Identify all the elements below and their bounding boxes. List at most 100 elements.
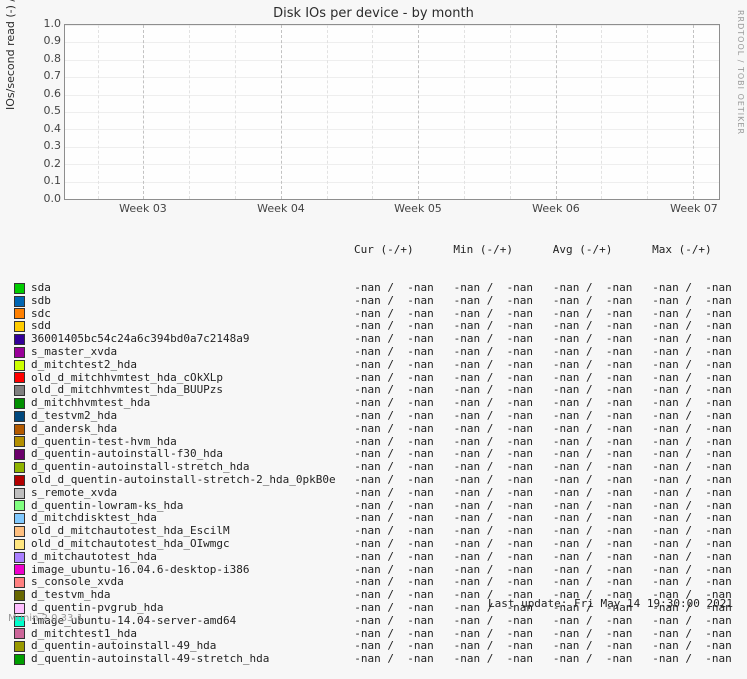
legend-row: d_mitchtest1_hda -nan / -nan -nan / -nan… [14, 628, 732, 641]
y-tick: 0.8 [21, 52, 61, 65]
legend-swatch [14, 500, 25, 511]
legend-device-name: sdd [31, 320, 341, 333]
legend-device-name: sdc [31, 308, 341, 321]
legend-row: image_ubuntu-14.04-server-amd64 -nan / -… [14, 615, 732, 628]
rrdtool-credit: RRDTOOL / TOBI OETIKER [736, 10, 745, 135]
x-tick: Week 03 [119, 202, 167, 215]
legend-row: d_andersk_hda -nan / -nan -nan / -nan -n… [14, 423, 732, 436]
legend-row: d_quentin-autoinstall-49-stretch_hda -na… [14, 653, 732, 666]
legend-swatch [14, 360, 25, 371]
legend-device-name: d_testvm_hda [31, 589, 341, 602]
legend-swatch [14, 283, 25, 294]
legend-device-name: d_mitchtest2_hda [31, 359, 341, 372]
legend-values: -nan / -nan -nan / -nan -nan / -nan -nan… [341, 346, 732, 359]
munin-version: Munin 2.0.33-1 [8, 613, 83, 624]
y-axis-label: IOs/second read (-) / write (+) [4, 0, 17, 110]
legend-row: d_mitchtest2_hda -nan / -nan -nan / -nan… [14, 359, 732, 372]
legend-row: d_mitchautotest_hda -nan / -nan -nan / -… [14, 551, 732, 564]
legend-device-name: d_mitchdisktest_hda [31, 512, 341, 525]
legend-row: old_d_mitchautotest_hda_EscilM -nan / -n… [14, 525, 732, 538]
legend-values: -nan / -nan -nan / -nan -nan / -nan -nan… [341, 628, 732, 641]
legend-device-name: image_ubuntu-16.04.6-desktop-i386 [31, 564, 341, 577]
legend-values: -nan / -nan -nan / -nan -nan / -nan -nan… [341, 295, 732, 308]
legend-device-name: d_quentin-lowram-ks_hda [31, 500, 341, 513]
legend-row: d_testvm2_hda -nan / -nan -nan / -nan -n… [14, 410, 732, 423]
legend-values: -nan / -nan -nan / -nan -nan / -nan -nan… [341, 282, 732, 295]
legend-device-name: d_quentin-autoinstall-f30_hda [31, 448, 341, 461]
y-tick: 0.4 [21, 122, 61, 135]
legend-device-name: old_d_mitchautotest_hda_OIwmgc [31, 538, 341, 551]
legend-swatch [14, 513, 25, 524]
legend-device-name: d_mitchtest1_hda [31, 628, 341, 641]
legend-swatch [14, 475, 25, 486]
y-tick: 0.3 [21, 139, 61, 152]
legend-swatch [14, 654, 25, 665]
legend-device-name: d_mitchautotest_hda [31, 551, 341, 564]
legend-device-name: sda [31, 282, 341, 295]
legend-values: -nan / -nan -nan / -nan -nan / -nan -nan… [341, 423, 732, 436]
y-tick: 1.0 [21, 17, 61, 30]
legend-values: -nan / -nan -nan / -nan -nan / -nan -nan… [341, 538, 732, 551]
x-tick: Week 06 [532, 202, 580, 215]
y-tick: 0.6 [21, 87, 61, 100]
legend-swatch [14, 526, 25, 537]
legend-row: s_remote_xvda -nan / -nan -nan / -nan -n… [14, 487, 732, 500]
y-tick: 0.9 [21, 34, 61, 47]
legend-values: -nan / -nan -nan / -nan -nan / -nan -nan… [341, 551, 732, 564]
legend-swatch [14, 449, 25, 460]
legend-values: -nan / -nan -nan / -nan -nan / -nan -nan… [341, 410, 732, 423]
y-tick: 0.0 [21, 192, 61, 205]
legend-swatch [14, 577, 25, 588]
y-tick: 0.1 [21, 174, 61, 187]
legend-swatch [14, 564, 25, 575]
legend-device-name: old_d_mitchhvmtest_hda_cOkXLp [31, 372, 341, 385]
legend-values: -nan / -nan -nan / -nan -nan / -nan -nan… [341, 525, 732, 538]
legend-swatch [14, 321, 25, 332]
legend-swatch [14, 347, 25, 358]
legend-device-name: s_master_xvda [31, 346, 341, 359]
legend-swatch [14, 372, 25, 383]
legend-device-name: d_mitchhvmtest_hda [31, 397, 341, 410]
legend-device-name: sdb [31, 295, 341, 308]
legend-swatch [14, 385, 25, 396]
legend-swatch [14, 398, 25, 409]
legend-values: -nan / -nan -nan / -nan -nan / -nan -nan… [341, 653, 732, 666]
legend-swatch [14, 628, 25, 639]
chart-title: Disk IOs per device - by month [0, 6, 747, 21]
legend-values: -nan / -nan -nan / -nan -nan / -nan -nan… [341, 359, 732, 372]
legend-device-name: 36001405bc54c24a6c394bd0a7c2148a9 [31, 333, 341, 346]
legend-swatch [14, 552, 25, 563]
legend-device-name: d_testvm2_hda [31, 410, 341, 423]
legend-device-name: old_d_mitchautotest_hda_EscilM [31, 525, 341, 538]
legend-device-name: d_quentin-test-hvm_hda [31, 436, 341, 449]
legend-swatch [14, 411, 25, 422]
legend-device-name: old_d_quentin-autoinstall-stretch-2_hda_… [31, 474, 341, 487]
legend-values: -nan / -nan -nan / -nan -nan / -nan -nan… [341, 640, 732, 653]
legend-device-name: d_quentin-autoinstall-49-stretch_hda [31, 653, 341, 666]
legend-row: s_master_xvda -nan / -nan -nan / -nan -n… [14, 346, 732, 359]
legend-row: old_d_quentin-autoinstall-stretch-2_hda_… [14, 474, 732, 487]
y-tick: 0.7 [21, 69, 61, 82]
legend-device-name: d_quentin-autoinstall-49_hda [31, 640, 341, 653]
legend-swatch [14, 488, 25, 499]
y-tick: 0.2 [21, 157, 61, 170]
legend-swatch [14, 462, 25, 473]
legend-row: d_quentin-autoinstall-49_hda -nan / -nan… [14, 640, 732, 653]
legend-swatch [14, 424, 25, 435]
legend-swatch [14, 539, 25, 550]
legend-device-name: old_d_mitchhvmtest_hda_BUUPzs [31, 384, 341, 397]
legend-swatch [14, 590, 25, 601]
legend-swatch [14, 436, 25, 447]
legend-device-name: s_console_xvda [31, 576, 341, 589]
legend-values: -nan / -nan -nan / -nan -nan / -nan -nan… [341, 615, 732, 628]
legend-swatch [14, 641, 25, 652]
last-update: Last update: Fri May 14 19:30:00 2021 [488, 597, 733, 610]
x-tick: Week 05 [394, 202, 442, 215]
legend-row: old_d_mitchautotest_hda_OIwmgc -nan / -n… [14, 538, 732, 551]
plot-area [64, 24, 720, 200]
legend-swatch [14, 334, 25, 345]
x-tick: Week 04 [257, 202, 305, 215]
legend-swatch [14, 308, 25, 319]
legend-values: -nan / -nan -nan / -nan -nan / -nan -nan… [341, 487, 732, 500]
y-tick: 0.5 [21, 104, 61, 117]
